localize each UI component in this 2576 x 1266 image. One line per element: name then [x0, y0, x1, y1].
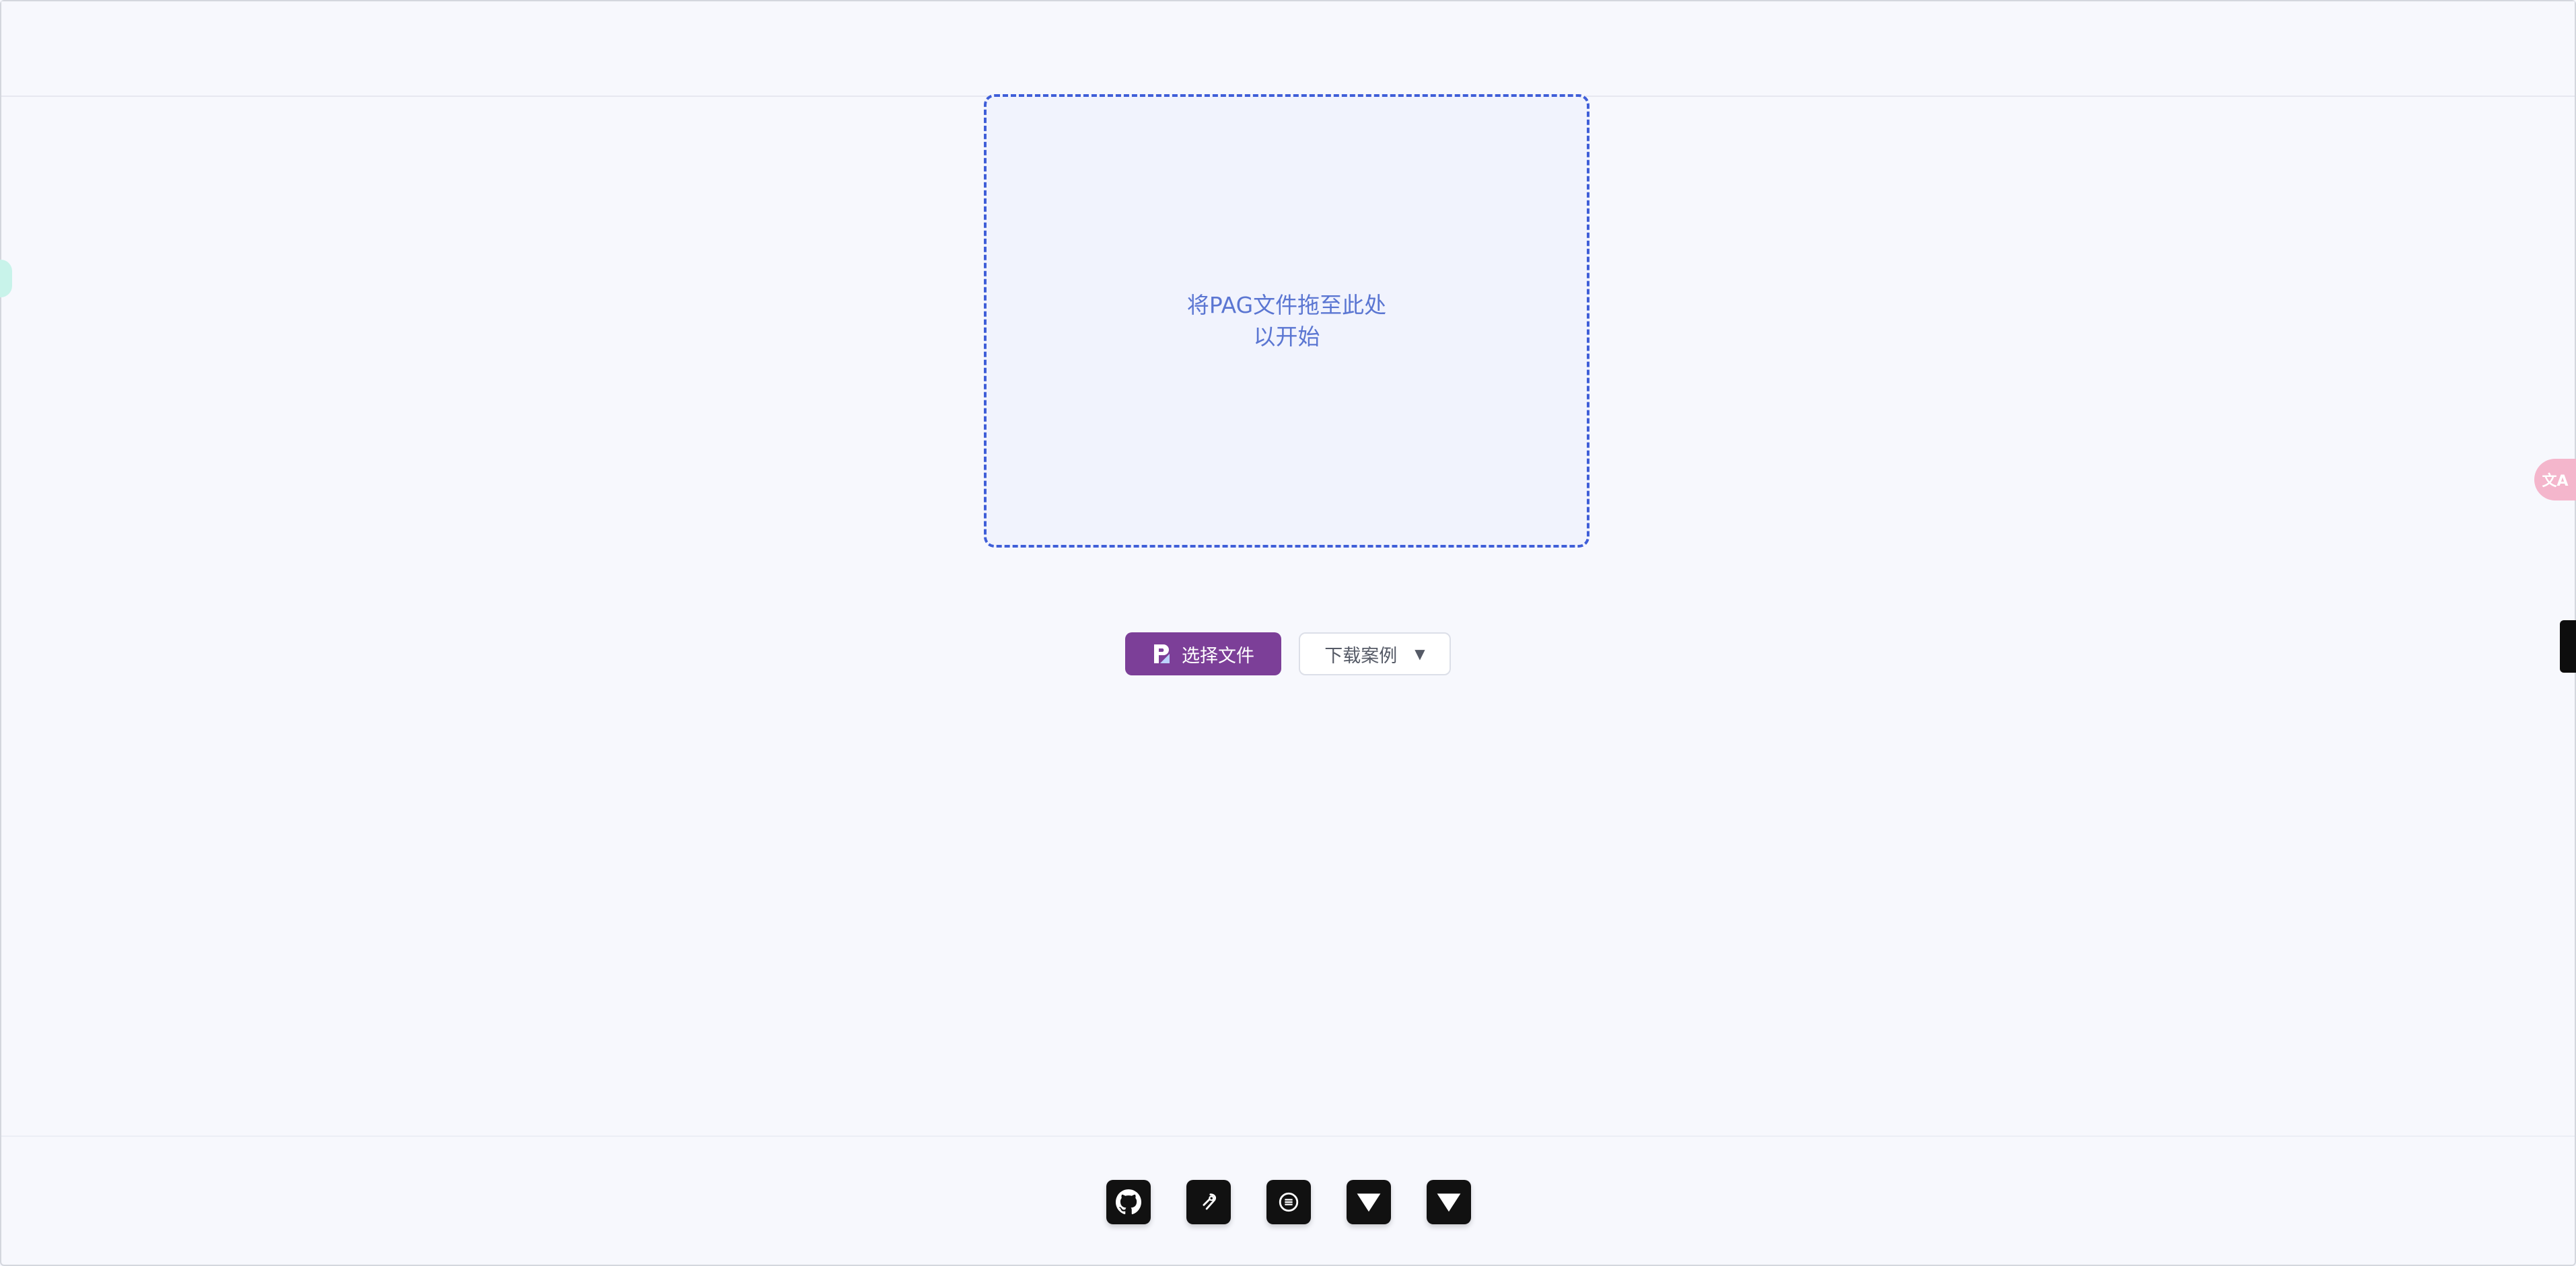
download-examples-label: 下载案例: [1324, 645, 1398, 667]
side-widget-left[interactable]: [0, 260, 12, 297]
vue-icon: [1357, 1193, 1381, 1212]
choose-file-button[interactable]: 选择文件: [1125, 632, 1281, 675]
footer-divider: [1, 1135, 2575, 1137]
drop-zone-line-2: 以开始: [1253, 324, 1320, 350]
top-bar: [1, 1, 2575, 97]
vue-link-1[interactable]: [1347, 1180, 1391, 1224]
github-icon: [1116, 1189, 1141, 1215]
drop-zone-text: 将PAG文件拖至此处 以开始: [1187, 289, 1386, 352]
side-tab-widget[interactable]: [2560, 620, 2576, 673]
drop-zone-line-1: 将PAG文件拖至此处: [1186, 292, 1387, 318]
vue-icon: [1437, 1193, 1461, 1212]
translate-widget[interactable]: 文A: [2534, 459, 2576, 500]
chevron-down-icon: ▼: [1415, 646, 1425, 662]
file-drop-zone[interactable]: 将PAG文件拖至此处 以开始: [984, 94, 1589, 548]
link-button[interactable]: [1186, 1180, 1231, 1224]
menu-icon: [1279, 1192, 1299, 1212]
github-link[interactable]: [1106, 1180, 1151, 1224]
menu-link[interactable]: [1266, 1180, 1311, 1224]
link-icon: [1203, 1193, 1217, 1210]
vue-link-2[interactable]: [1427, 1180, 1471, 1224]
download-examples-dropdown[interactable]: 下载案例 ▼: [1299, 632, 1451, 675]
choose-file-label: 选择文件: [1182, 645, 1254, 667]
file-icon: [1152, 643, 1171, 665]
translate-icon: 文A: [2542, 473, 2569, 490]
